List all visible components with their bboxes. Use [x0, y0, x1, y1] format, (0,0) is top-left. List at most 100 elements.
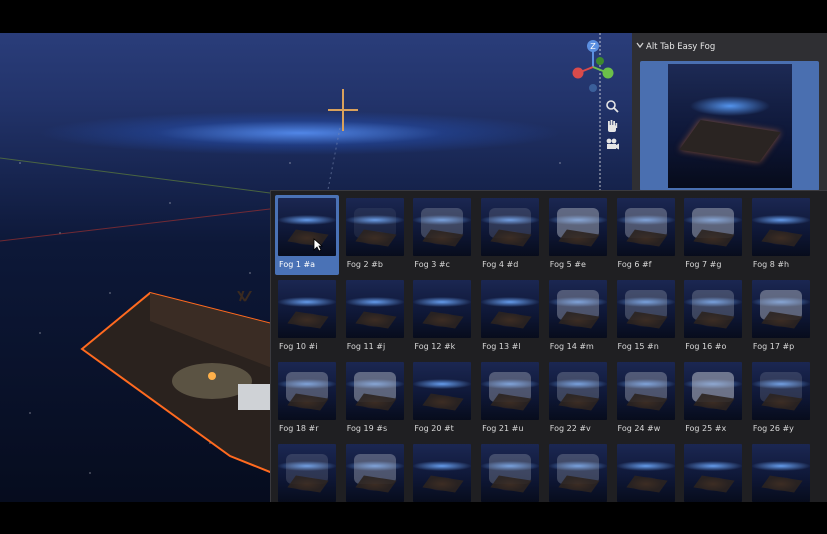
- fog-preset-tile[interactable]: Fog 15 #n: [614, 277, 678, 357]
- fog-preset-label: Fog 13 #l: [482, 342, 521, 351]
- fog-preset-tile[interactable]: Fog 2 #b: [343, 195, 407, 275]
- fog-preset-thumbnail: [616, 280, 675, 338]
- fog-preset-thumbnail: [548, 362, 607, 420]
- fog-preset-thumbnail: [751, 362, 810, 420]
- fog-preset-thumbnail: [278, 362, 336, 420]
- fog-preset-thumbnail: [278, 280, 336, 338]
- fog-preset-thumbnail: [616, 444, 675, 502]
- fog-preset-tile[interactable]: Fog 6 #f: [614, 195, 678, 275]
- gizmo-x-axis[interactable]: [572, 67, 584, 79]
- fog-preset-thumbnail: [278, 444, 336, 502]
- fog-preset-thumbnail: [481, 362, 540, 420]
- fog-preset-label: Fog 2 #b: [346, 260, 383, 269]
- fog-preset-tile[interactable]: [343, 441, 407, 503]
- fog-preset-tile[interactable]: Fog 21 #u: [478, 359, 542, 439]
- fog-preset-label: Fog 10 #i: [279, 342, 318, 351]
- fog-preset-thumbnail: [481, 280, 540, 338]
- fog-preset-label: Fog 11 #j: [346, 342, 386, 351]
- fog-preset-tile[interactable]: Fog 24 #w: [614, 359, 678, 439]
- fog-preset-thumbnail: [278, 198, 336, 256]
- preview-terrain: [679, 120, 781, 162]
- scene-terrain-island: [80, 291, 280, 478]
- fog-preset-label: Fog 26 #y: [752, 424, 794, 433]
- zoom-icon[interactable]: [604, 99, 620, 115]
- panel-header[interactable]: Alt Tab Easy Fog: [632, 37, 827, 57]
- pan-hand-icon[interactable]: [604, 119, 620, 135]
- fog-preset-tile[interactable]: [614, 441, 678, 503]
- fog-preset-thumbnail: [751, 444, 810, 502]
- chevron-down-icon[interactable]: [636, 37, 646, 57]
- fog-preset-thumbnail: [684, 444, 743, 502]
- fog-preset-thumbnail: [684, 198, 743, 256]
- fog-preset-thumbnail: [548, 444, 607, 502]
- fog-preset-label: Fog 15 #n: [617, 342, 659, 351]
- 3d-cursor-vertical[interactable]: [342, 89, 344, 131]
- fog-preset-label: Fog 24 #w: [617, 424, 661, 433]
- fog-preset-label: Fog 17 #p: [752, 342, 795, 351]
- fog-preset-label: Fog 14 #m: [549, 342, 594, 351]
- fog-preset-label: Fog 25 #x: [685, 424, 727, 433]
- fog-preset-tile[interactable]: Fog 13 #l: [478, 277, 542, 357]
- gizmo-y-axis[interactable]: [602, 67, 614, 79]
- fog-preset-thumbnail: [413, 362, 472, 420]
- mouse-cursor-icon: [313, 238, 323, 252]
- gizmo-neg-z[interactable]: [589, 84, 597, 92]
- fog-preset-tile[interactable]: [681, 441, 745, 503]
- scene-box: [238, 384, 270, 410]
- fog-preset-tile[interactable]: Fog 22 #v: [546, 359, 610, 439]
- fog-preset-tile[interactable]: Fog 17 #p: [749, 277, 813, 357]
- fog-preset-label: Fog 8 #h: [752, 260, 790, 269]
- fog-preset-label: Fog 21 #u: [482, 424, 524, 433]
- fog-preset-tile[interactable]: Fog 4 #d: [478, 195, 542, 275]
- fog-preset-thumbnail: [481, 198, 540, 256]
- gizmo-z-label: Z: [590, 42, 596, 51]
- fog-preset-thumbnail: [684, 362, 743, 420]
- fog-preset-tile[interactable]: Fog 18 #r: [275, 359, 339, 439]
- fog-preset-tile[interactable]: Fog 10 #i: [275, 277, 339, 357]
- fog-preset-tile[interactable]: Fog 5 #e: [546, 195, 610, 275]
- fog-preset-thumbnail: [751, 280, 810, 338]
- fog-preset-label: Fog 16 #o: [685, 342, 727, 351]
- fog-preset-tile[interactable]: Fog 16 #o: [681, 277, 745, 357]
- fog-preset-thumbnail: [413, 280, 472, 338]
- fog-preset-label: Fog 18 #r: [279, 424, 319, 433]
- navigation-gizmo[interactable]: Z: [566, 39, 620, 93]
- fog-preset-tile[interactable]: Fog 8 #h: [749, 195, 813, 275]
- fog-preset-thumbnail: [345, 444, 404, 502]
- fog-preset-tile[interactable]: Fog 20 #t: [410, 359, 474, 439]
- fog-preset-tile[interactable]: Fog 14 #m: [546, 277, 610, 357]
- gizmo-neg-y[interactable]: [596, 57, 604, 65]
- fog-preset-thumbnail: [345, 280, 404, 338]
- fog-preset-label: Fog 1 #a: [279, 260, 316, 269]
- fog-preset-tile[interactable]: Fog 1 #a: [275, 195, 339, 275]
- fog-preset-tile[interactable]: Fog 26 #y: [749, 359, 813, 439]
- fog-preset-label: Fog 7 #g: [685, 260, 722, 269]
- fog-preset-label: Fog 3 #c: [414, 260, 450, 269]
- fog-preset-thumbnail: [548, 198, 607, 256]
- fog-preset-thumbnail: [345, 198, 404, 256]
- fog-preset-tile[interactable]: [410, 441, 474, 503]
- fog-preview[interactable]: [640, 61, 819, 191]
- fog-preset-label: Fog 5 #e: [549, 260, 586, 269]
- fog-preset-label: Fog 12 #k: [414, 342, 456, 351]
- camera-icon[interactable]: [604, 137, 620, 153]
- fog-preset-thumbnail: [481, 444, 540, 502]
- fog-preset-tile[interactable]: Fog 25 #x: [681, 359, 745, 439]
- fog-preset-picker: Fog 1 #a Fog 2 #b Fog 3 #c Fog 4 #d Fog 5 #e…: [270, 190, 827, 503]
- fog-preset-tile[interactable]: [478, 441, 542, 503]
- fog-preset-thumbnail: [345, 362, 404, 420]
- fog-preset-tile[interactable]: [749, 441, 813, 503]
- fog-preset-tile[interactable]: [275, 441, 339, 503]
- bottom-letterbox: [0, 502, 827, 534]
- fog-preset-label: Fog 22 #v: [549, 424, 591, 433]
- fog-preset-label: Fog 19 #s: [346, 424, 388, 433]
- top-letterbox: [0, 0, 827, 33]
- fog-preset-tile[interactable]: Fog 11 #j: [343, 277, 407, 357]
- fog-preset-thumbnail: [548, 280, 607, 338]
- fog-preset-tile[interactable]: [546, 441, 610, 503]
- fog-preset-tile[interactable]: Fog 7 #g: [681, 195, 745, 275]
- fog-preview-image: [668, 64, 792, 188]
- fog-preset-tile[interactable]: Fog 19 #s: [343, 359, 407, 439]
- fog-preset-tile[interactable]: Fog 12 #k: [410, 277, 474, 357]
- fog-preset-tile[interactable]: Fog 3 #c: [410, 195, 474, 275]
